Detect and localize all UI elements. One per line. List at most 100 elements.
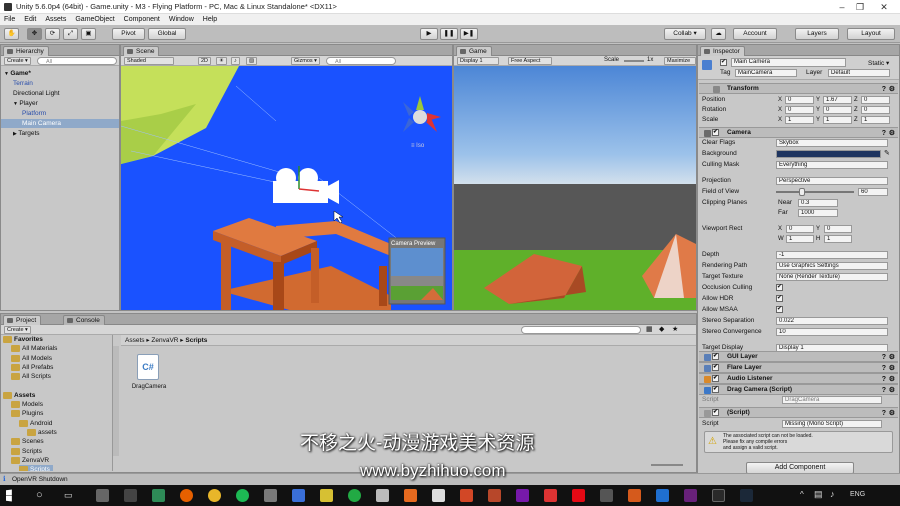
tag-dropdown[interactable]: MainCamera — [735, 69, 797, 77]
menu-gameobject[interactable]: GameObject — [75, 16, 114, 23]
account-dropdown[interactable]: Account — [733, 28, 777, 40]
scene-search-input[interactable]: All — [326, 57, 396, 65]
transform-x-field[interactable]: 0 — [785, 106, 814, 114]
spotify-icon[interactable] — [236, 489, 249, 502]
app-icon-9[interactable] — [404, 489, 417, 502]
project-folder[interactable]: assets — [27, 428, 60, 437]
app-icon-2[interactable] — [124, 489, 137, 502]
step-button[interactable]: ▶❚ — [460, 28, 478, 40]
project-folder[interactable]: Android — [19, 419, 55, 428]
settings-gear-icon[interactable]: ⚙ — [889, 85, 895, 95]
camera-checkbox[interactable]: ✔ — [776, 295, 783, 302]
project-folder[interactable]: Favorites — [3, 335, 46, 344]
camera-field-value[interactable]: None (Render Texture) — [776, 273, 888, 281]
component-enabled-checkbox[interactable]: ✔ — [712, 353, 719, 360]
netflix-icon[interactable] — [572, 489, 585, 502]
missing-script-checkbox[interactable]: ✔ — [712, 409, 719, 416]
app-icon-6[interactable] — [320, 489, 333, 502]
tree-scrollbar[interactable] — [113, 346, 119, 456]
chrome-icon[interactable] — [208, 489, 221, 502]
project-folder[interactable]: Scripts — [19, 465, 53, 471]
camera-field-value[interactable]: Use Graphics Settings — [776, 262, 888, 270]
tab-hierarchy[interactable]: Hierarchy — [3, 46, 49, 56]
camera-field-value[interactable]: -1 — [776, 251, 888, 259]
filter-type-icon[interactable]: ▦ — [646, 325, 653, 333]
camera-field-value[interactable]: Skybox — [776, 139, 888, 147]
project-search-input[interactable] — [521, 326, 641, 334]
display-dropdown[interactable]: Display 1 — [457, 57, 499, 65]
tab-project[interactable]: Project — [3, 315, 42, 325]
tray-up-arrow-icon[interactable]: ^ — [800, 490, 804, 499]
layout-dropdown[interactable]: Layout — [847, 28, 895, 40]
camera-field-value[interactable]: 10 — [776, 328, 888, 336]
camera-field-value[interactable]: 0.022 — [776, 317, 888, 325]
fov-slider-thumb[interactable] — [798, 188, 805, 196]
hierarchy-item[interactable]: Directional Light — [1, 89, 119, 98]
near-field[interactable]: 0.3 — [798, 199, 838, 207]
help-icon[interactable]: ? — [882, 409, 886, 419]
volume-icon[interactable]: ♪ — [830, 489, 835, 499]
transform-x-field[interactable]: 0 — [785, 96, 814, 104]
component-enabled-checkbox[interactable]: ✔ — [712, 375, 719, 382]
scale-slider[interactable] — [624, 60, 644, 62]
app-icon-7[interactable] — [348, 489, 361, 502]
hierarchy-item[interactable]: Terrain — [1, 79, 119, 88]
layers-dropdown[interactable]: Layers — [795, 28, 839, 40]
app-icon-3[interactable] — [152, 489, 165, 502]
rect-tool-button[interactable]: ▣ — [81, 28, 96, 40]
project-folder[interactable]: All Materials — [11, 344, 60, 353]
app-icon-4[interactable] — [264, 489, 277, 502]
menu-window[interactable]: Window — [169, 16, 194, 23]
active-checkbox[interactable]: ✔ — [720, 59, 727, 66]
component-enabled-checkbox[interactable]: ✔ — [712, 364, 719, 371]
network-icon[interactable]: ▤ — [814, 489, 823, 500]
app-icon-14[interactable] — [628, 489, 641, 502]
project-folder[interactable]: All Scripts — [11, 372, 54, 381]
2d-toggle[interactable]: 2D — [198, 57, 212, 65]
search-icon[interactable]: ○ — [36, 489, 43, 501]
language-indicator[interactable]: ENG — [850, 491, 865, 498]
app-icon-5[interactable] — [292, 489, 305, 502]
filter-label-icon[interactable]: ◆ — [659, 325, 664, 333]
hierarchy-create-button[interactable]: Create ▾ — [4, 57, 31, 65]
hierarchy-search-input[interactable]: All — [37, 57, 117, 65]
camera-field-value[interactable]: Everything — [776, 161, 888, 169]
hierarchy-item[interactable]: ▼ Player — [1, 99, 119, 108]
lighting-toggle[interactable]: ☀ — [216, 57, 227, 65]
visual-studio-icon[interactable] — [684, 489, 697, 502]
pivot-toggle[interactable]: Pivot — [112, 28, 145, 40]
camera-checkbox[interactable]: ✔ — [776, 306, 783, 313]
project-folder[interactable]: Assets — [3, 391, 38, 400]
unity-taskbar-icon[interactable] — [432, 489, 445, 502]
effects-toggle[interactable]: ▨ — [246, 57, 258, 65]
transform-header[interactable]: Transform ? ⚙ — [699, 83, 898, 94]
transform-x-field[interactable]: 1 — [785, 116, 814, 124]
drag-script-field[interactable]: DragCamera — [782, 396, 882, 404]
help-icon[interactable]: ? — [882, 85, 886, 95]
transform-z-field[interactable]: 0 — [861, 96, 890, 104]
object-name-input[interactable]: Main Camera — [731, 58, 846, 67]
static-dropdown[interactable]: Static ▾ — [868, 59, 889, 67]
transform-y-field[interactable]: 1.67 — [823, 96, 852, 104]
app-icon-13[interactable] — [600, 489, 613, 502]
app-icon-12[interactable] — [544, 489, 557, 502]
maximize-on-play-toggle[interactable]: Maximize — [664, 57, 696, 65]
menu-help[interactable]: Help — [203, 16, 217, 23]
hierarchy-item[interactable]: ▶ Targets — [1, 129, 119, 138]
component-enabled-checkbox[interactable]: ✔ — [712, 386, 719, 393]
fov-value-field[interactable]: 60 — [858, 188, 888, 196]
project-folder[interactable]: Plugins — [11, 409, 46, 418]
icon-size-slider[interactable] — [651, 464, 683, 466]
transform-y-field[interactable]: 1 — [823, 116, 852, 124]
layer-dropdown[interactable]: Default — [828, 69, 890, 77]
scale-tool-button[interactable]: ⤢ — [63, 28, 78, 40]
component-header[interactable]: ✔ GUI Layer? ⚙ — [699, 351, 898, 362]
shading-dropdown[interactable]: Shaded — [124, 57, 174, 65]
transform-y-field[interactable]: 0 — [823, 106, 852, 114]
tab-inspector[interactable]: Inspector — [700, 46, 745, 56]
tab-game[interactable]: Game — [456, 46, 492, 56]
menu-file[interactable]: File — [4, 16, 15, 23]
eyedropper-icon[interactable]: ✎ — [884, 149, 890, 159]
menu-component[interactable]: Component — [124, 16, 160, 23]
project-folder[interactable]: Models — [11, 400, 46, 409]
